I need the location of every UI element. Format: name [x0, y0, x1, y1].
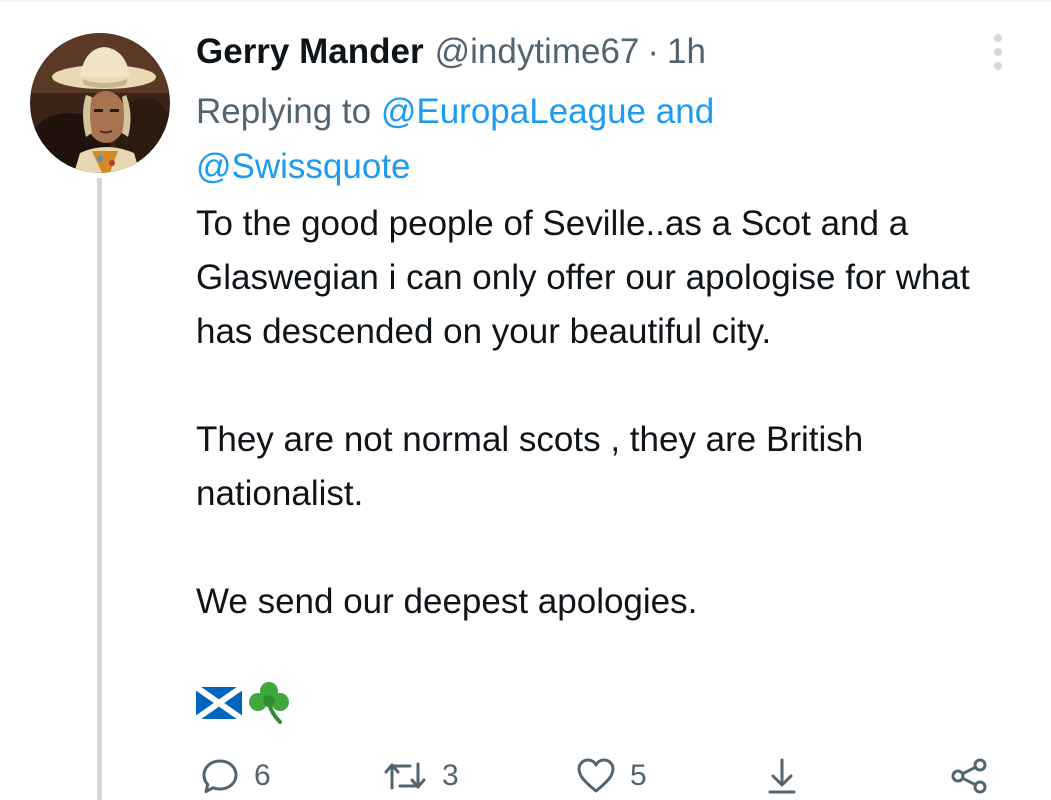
share-icon — [951, 758, 987, 794]
retweet-icon — [384, 762, 426, 790]
display-name[interactable]: Gerry Mander — [196, 32, 424, 72]
tweet-text: To the good people of Seville..as a Scot… — [196, 197, 1016, 629]
tweet-header: Gerry Mander @indytime67 · 1h — [196, 28, 706, 76]
more-vertical-icon[interactable] — [988, 32, 1008, 72]
mention-europaleague[interactable]: @EuropaLeague — [381, 92, 646, 131]
retweet-count: 3 — [442, 759, 459, 792]
shamrock-icon — [249, 682, 289, 724]
share-button[interactable] — [948, 752, 990, 800]
separator-dot: · — [647, 32, 660, 71]
emoji-row — [196, 680, 292, 726]
replying-prefix: Replying to — [196, 92, 372, 131]
download-icon — [768, 758, 796, 794]
avatar[interactable] — [30, 33, 170, 173]
tweet-paragraph: We send our deepest apologies. — [196, 582, 698, 621]
thread-line — [97, 178, 102, 800]
replying-to: Replying to @EuropaLeague and @Swissquot… — [196, 84, 816, 194]
heart-icon — [577, 758, 615, 793]
user-handle[interactable]: @indytime67 — [435, 32, 640, 72]
mention-swissquote[interactable]: @Swissquote — [196, 147, 411, 186]
mention-and[interactable]: and — [656, 92, 714, 131]
reply-icon — [202, 759, 238, 793]
tweet-actions: 6 3 5 — [196, 752, 996, 800]
reply-count: 6 — [254, 759, 271, 792]
like-count: 5 — [630, 759, 647, 792]
reply-button[interactable]: 6 — [200, 752, 271, 800]
download-button[interactable] — [762, 752, 802, 800]
avatar-image — [30, 33, 170, 173]
scotland-flag-icon — [196, 687, 242, 719]
like-button[interactable]: 5 — [576, 752, 647, 800]
tweet-paragraph: To the good people of Seville..as a Scot… — [196, 204, 970, 351]
tweet-paragraph: They are not normal scots , they are Bri… — [196, 420, 864, 513]
timestamp[interactable]: 1h — [667, 32, 706, 72]
retweet-button[interactable]: 3 — [382, 752, 459, 800]
top-divider — [0, 0, 1051, 2]
